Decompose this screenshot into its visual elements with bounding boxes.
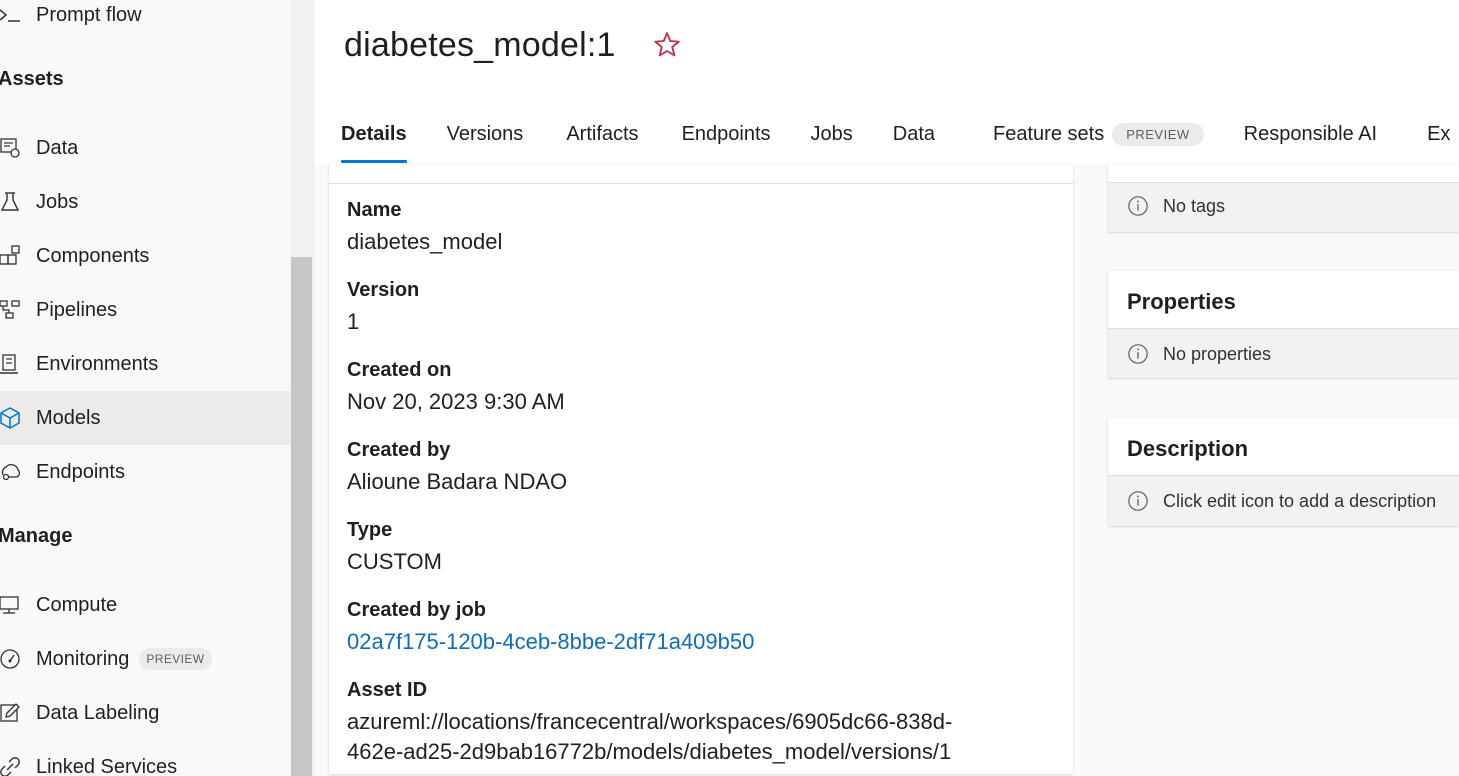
tab-label: Jobs — [810, 122, 853, 145]
environment-icon — [0, 352, 22, 376]
created-on-label: Created on — [347, 359, 452, 381]
sidebar-scrollbar-thumb[interactable] — [291, 257, 312, 776]
preview-badge: PREVIEW — [1112, 122, 1204, 146]
description-info: Click edit icon to add a description — [1127, 490, 1436, 512]
created-by-value: Alioune Badara NDAO — [347, 469, 568, 494]
tab-label: Feature sets — [993, 122, 1105, 145]
asset-id-label: Asset ID — [347, 679, 428, 701]
description-panel: Description Click edit icon to add a des… — [1108, 418, 1459, 526]
version-value: 1 — [347, 309, 360, 334]
tab-label: Endpoints — [681, 122, 771, 145]
nav-item-compute[interactable]: Compute — [0, 578, 290, 632]
tags-panel: No tags — [1108, 164, 1459, 232]
created-by-job-label: Created by job — [347, 599, 486, 621]
tab-label: Versions — [446, 122, 524, 145]
nav-item-monitoring[interactable]: Monitoring PREVIEW — [0, 632, 290, 686]
nav-item-label: Prompt flow — [36, 3, 142, 26]
nav-item-label: Jobs — [36, 190, 79, 213]
data-icon — [0, 136, 22, 160]
nav-item-label: Components — [36, 244, 150, 267]
left-navigation: Prompt flow Assets Data Jobs Components … — [0, 0, 290, 776]
nav-item-environments[interactable]: Environments — [0, 337, 290, 391]
preview-badge: PREVIEW — [139, 648, 212, 670]
asset-id-value: azureml://locations/francecentral/worksp… — [347, 707, 1047, 767]
properties-info-text: No properties — [1163, 343, 1272, 364]
nav-item-label: Data — [36, 136, 79, 159]
cube-icon — [0, 406, 22, 430]
properties-panel: Properties No properties — [1108, 271, 1459, 378]
manage-section-heading: Manage — [0, 525, 73, 547]
tab-label: Ex — [1427, 122, 1451, 145]
star-outline-icon[interactable] — [652, 30, 682, 60]
nav-item-models[interactable]: Models — [0, 391, 290, 445]
nav-item-label: Data Labeling — [36, 701, 160, 724]
endpoint-icon — [0, 460, 22, 484]
tab-label: Responsible AI — [1243, 122, 1378, 145]
monitor-icon — [0, 593, 22, 617]
name-value: diabetes_model — [347, 229, 503, 254]
details-card: Name diabetes_model Version 1 Created on… — [329, 164, 1073, 774]
nav-item-label: Endpoints — [36, 460, 125, 483]
version-label: Version — [347, 279, 420, 301]
tab-label: Details — [341, 122, 407, 145]
tab-jobs[interactable]: Jobs — [811, 112, 853, 156]
edit-icon — [0, 701, 22, 725]
info-icon — [1128, 196, 1148, 216]
properties-title: Properties — [1127, 289, 1236, 314]
tags-info-text: No tags — [1163, 195, 1226, 216]
tab-versions[interactable]: Versions — [447, 112, 524, 156]
card-divider — [329, 183, 1073, 184]
nav-item-label: Monitoring — [36, 647, 130, 670]
nav-item-components[interactable]: Components — [0, 229, 290, 283]
components-icon — [0, 244, 22, 268]
nav-item-data[interactable]: Data — [0, 121, 290, 175]
description-title: Description — [1127, 436, 1249, 461]
nav-item-label: Models — [36, 406, 101, 429]
nav-item-label: Linked Services — [36, 755, 178, 776]
nav-item-data-labeling[interactable]: Data Labeling — [0, 686, 290, 740]
panel-header: Description — [1108, 418, 1459, 476]
nav-item-prompt-flow[interactable]: Prompt flow — [0, 0, 290, 42]
description-info-text: Click edit icon to add a description — [1163, 490, 1437, 511]
nav-item-jobs[interactable]: Jobs — [0, 175, 290, 229]
panel-header — [1108, 164, 1459, 183]
type-label: Type — [347, 519, 393, 541]
panel-header: Properties — [1108, 271, 1459, 329]
page-title: diabetes_model:1 — [344, 26, 616, 64]
nav-item-label: Compute — [36, 593, 118, 616]
nav-item-linked-services[interactable]: Linked Services — [0, 740, 290, 776]
link-icon — [0, 755, 22, 776]
tab-artifacts[interactable]: Artifacts — [566, 112, 638, 156]
created-by-label: Created by — [347, 439, 451, 461]
created-on-value: Nov 20, 2023 9:30 AM — [347, 389, 565, 414]
tab-feature-sets[interactable]: Feature sets PREVIEW — [993, 112, 1204, 156]
asset-id-line: azureml://locations/francecentral/worksp… — [347, 709, 953, 734]
tags-info: No tags — [1127, 195, 1225, 217]
info-icon — [1128, 491, 1148, 511]
nav-item-pipelines[interactable]: Pipelines — [0, 283, 290, 337]
tab-explanations[interactable]: Ex — [1427, 112, 1450, 156]
tab-label: Data — [892, 122, 936, 145]
assets-section-heading: Assets — [0, 68, 64, 90]
tab-endpoints[interactable]: Endpoints — [682, 112, 771, 156]
properties-info: No properties — [1127, 343, 1271, 365]
prompt-flow-icon — [0, 3, 22, 27]
tab-data[interactable]: Data — [893, 112, 935, 156]
info-icon — [1128, 344, 1148, 364]
pipeline-icon — [0, 298, 22, 322]
tab-bar: Details Versions Artifacts Endpoints Job… — [341, 112, 1450, 164]
tab-label: Artifacts — [566, 122, 639, 145]
nav-item-endpoints[interactable]: Endpoints — [0, 445, 290, 499]
gauge-icon — [0, 647, 22, 671]
tab-details[interactable]: Details — [341, 112, 407, 163]
nav-item-label: Environments — [36, 352, 159, 375]
flask-icon — [0, 190, 22, 214]
page-header: diabetes_model:1 Details Versions Artifa… — [314, 0, 1459, 164]
type-value: CUSTOM — [347, 549, 442, 574]
created-by-job-link[interactable]: 02a7f175-120b-4ceb-8bbe-2df71a409b50 — [347, 629, 754, 655]
name-label: Name — [347, 199, 402, 221]
nav-item-label: Pipelines — [36, 298, 118, 321]
tab-responsible-ai[interactable]: Responsible AI — [1244, 112, 1377, 156]
asset-id-line: 462e-ad25-2d9bab16772b/models/diabetes_m… — [347, 739, 952, 764]
